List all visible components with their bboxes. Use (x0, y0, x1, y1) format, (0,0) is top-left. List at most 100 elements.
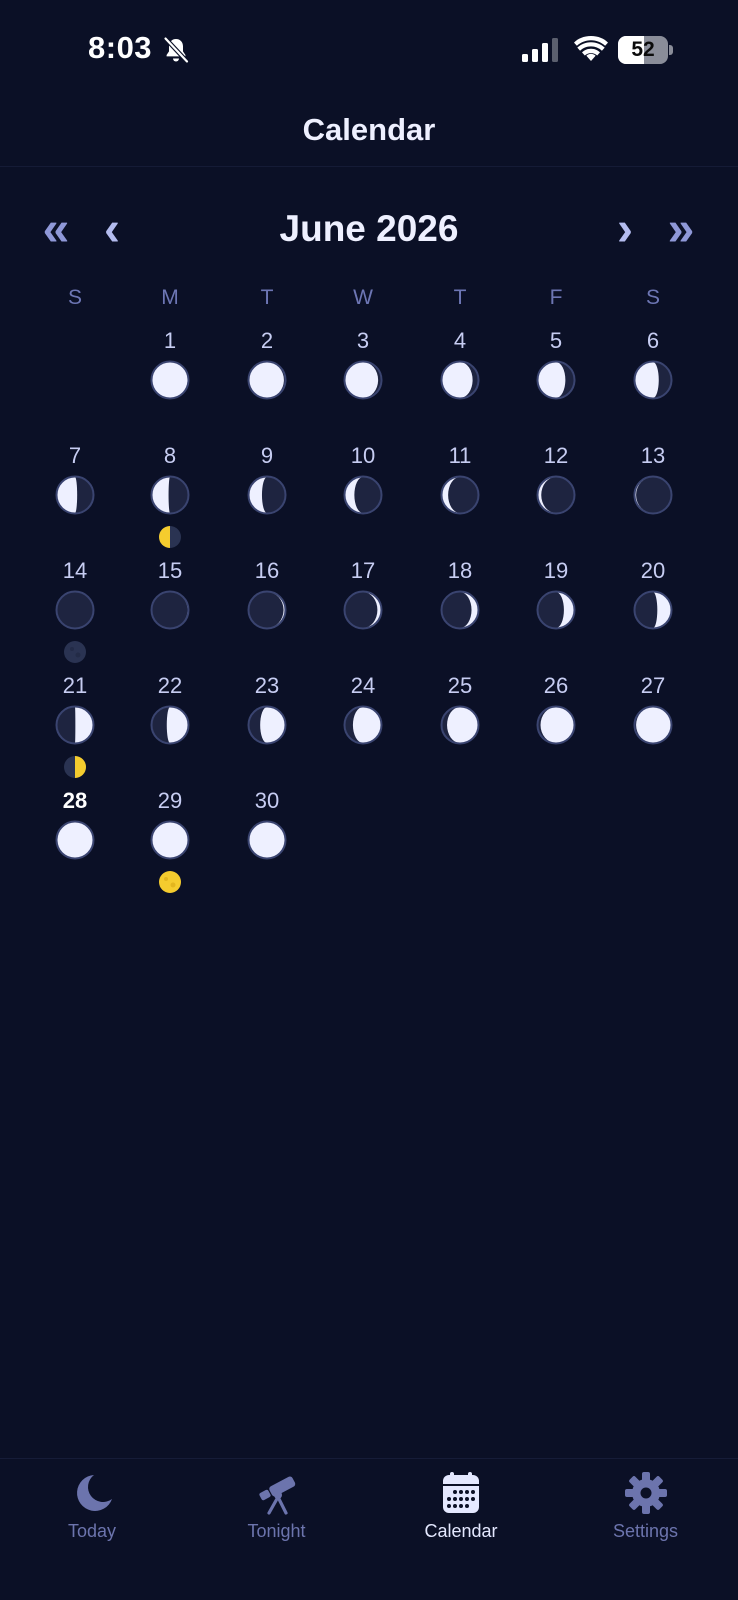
day-number: 17 (350, 558, 376, 583)
page-title: Calendar (302, 112, 436, 147)
tab-label: Settings (612, 1521, 679, 1541)
tab-today[interactable]: Today (0, 1459, 184, 1559)
calendar-day[interactable]: 16 (222, 552, 312, 664)
calendar-day[interactable]: 13 (608, 437, 698, 549)
battery-indicator: 52 (618, 36, 673, 64)
calendar-day[interactable]: 3 (318, 322, 408, 434)
moon-phase-icon (247, 360, 287, 400)
weekday-label: S (67, 286, 82, 309)
calendar-day[interactable]: 14 (30, 552, 120, 664)
previous-month-button[interactable]: ‹ (84, 200, 140, 260)
weekday-label: M (161, 286, 179, 309)
moon-phase-icon (440, 590, 480, 630)
weekday-label: S (645, 286, 660, 309)
cellular-signal-icon (522, 38, 558, 62)
calendar-day[interactable]: 24 (318, 667, 408, 779)
calendar-day[interactable]: 27 (608, 667, 698, 779)
moon-phase-icon (633, 475, 673, 515)
moon-phase-icon (536, 590, 576, 630)
tab-calendar[interactable]: Calendar (369, 1459, 553, 1559)
day-number: 9 (260, 443, 274, 468)
tab-tonight[interactable]: Tonight (185, 1459, 369, 1559)
next-month-button[interactable]: › (597, 200, 653, 260)
weekday-label: T (260, 286, 274, 309)
day-number: 13 (640, 443, 666, 468)
calendar-day[interactable]: 11 (415, 437, 505, 549)
tab-bar: Today Tonight Calendar Settings (0, 1458, 738, 1600)
moon-phase-icon (633, 590, 673, 630)
previous-year-button[interactable]: « (28, 200, 84, 260)
tab-settings[interactable]: Settings (554, 1459, 738, 1559)
wifi-icon (574, 36, 608, 61)
calendar-day[interactable]: 21 (30, 667, 120, 779)
moon-phase-icon (150, 360, 190, 400)
day-number: 23 (254, 673, 280, 698)
weekday-header: S M T W T F S (0, 286, 738, 316)
day-number: 29 (157, 788, 183, 813)
calendar-day[interactable]: 9 (222, 437, 312, 549)
new-moon-icon (64, 641, 86, 663)
tab-label: Today (67, 1521, 117, 1541)
day-number: 16 (254, 558, 280, 583)
calendar-day[interactable]: 28 (30, 782, 120, 894)
double-chevron-left-icon: « (42, 203, 70, 256)
last-quarter-icon (159, 526, 181, 548)
day-number: 21 (62, 673, 88, 698)
moon-phase-icon (343, 705, 383, 745)
calendar-day[interactable]: 5 (511, 322, 601, 434)
next-year-button[interactable]: » (653, 200, 709, 260)
calendar-day[interactable]: 15 (125, 552, 215, 664)
tab-label: Tonight (247, 1521, 306, 1541)
day-number: 27 (640, 673, 666, 698)
calendar-day[interactable]: 10 (318, 437, 408, 549)
moon-phase-icon (247, 705, 287, 745)
calendar-day[interactable]: 6 (608, 322, 698, 434)
calendar-day[interactable]: 12 (511, 437, 601, 549)
calendar-day[interactable]: 7 (30, 437, 120, 549)
day-number: 14 (62, 558, 88, 583)
day-number: 22 (157, 673, 183, 698)
calendar-day[interactable]: 30 (222, 782, 312, 894)
calendar-day[interactable]: 20 (608, 552, 698, 664)
calendar-day[interactable]: 19 (511, 552, 601, 664)
calendar-day[interactable]: 18 (415, 552, 505, 664)
day-number: 24 (350, 673, 376, 698)
weekday-label: W (353, 286, 373, 309)
moon-phase-icon (536, 475, 576, 515)
calendar-icon (443, 1472, 479, 1513)
full-moon-icon (159, 871, 181, 893)
moon-phase-icon (150, 820, 190, 860)
moon-phase-icon (150, 705, 190, 745)
bell-slash-icon (163, 36, 189, 64)
moon-phase-icon (55, 820, 95, 860)
calendar-day[interactable]: 4 (415, 322, 505, 434)
calendar-day[interactable]: 2 (222, 322, 312, 434)
moon-phase-icon (633, 360, 673, 400)
weekday-label: T (453, 286, 467, 309)
day-number: 4 (453, 328, 467, 353)
calendar-day[interactable]: 8 (125, 437, 215, 549)
weekday-label: F (549, 286, 563, 309)
moon-phase-icon (247, 590, 287, 630)
calendar-day[interactable]: 25 (415, 667, 505, 779)
calendar-day[interactable]: 23 (222, 667, 312, 779)
month-title: June 2026 (279, 208, 459, 249)
moon-phase-icon (150, 475, 190, 515)
calendar-day[interactable]: 26 (511, 667, 601, 779)
calendar-day[interactable]: 29 (125, 782, 215, 894)
moon-phase-icon (55, 475, 95, 515)
header-divider (0, 166, 738, 167)
chevron-left-icon: ‹ (104, 203, 120, 256)
day-number: 11 (448, 443, 472, 468)
day-number: 5 (549, 328, 563, 353)
month-navigation: « ‹ June 2026 › » (0, 200, 738, 260)
calendar-day[interactable]: 1 (125, 322, 215, 434)
moon-phase-icon (343, 590, 383, 630)
calendar-day[interactable]: 17 (318, 552, 408, 664)
moon-phase-icon (440, 360, 480, 400)
moon-phase-icon (343, 360, 383, 400)
calendar-day[interactable]: 22 (125, 667, 215, 779)
day-number: 25 (447, 673, 473, 698)
moon-phase-icon (55, 590, 95, 630)
app-screen: 8:03 52 Calendar « ‹ June 2026 › » S M T… (0, 0, 738, 1600)
